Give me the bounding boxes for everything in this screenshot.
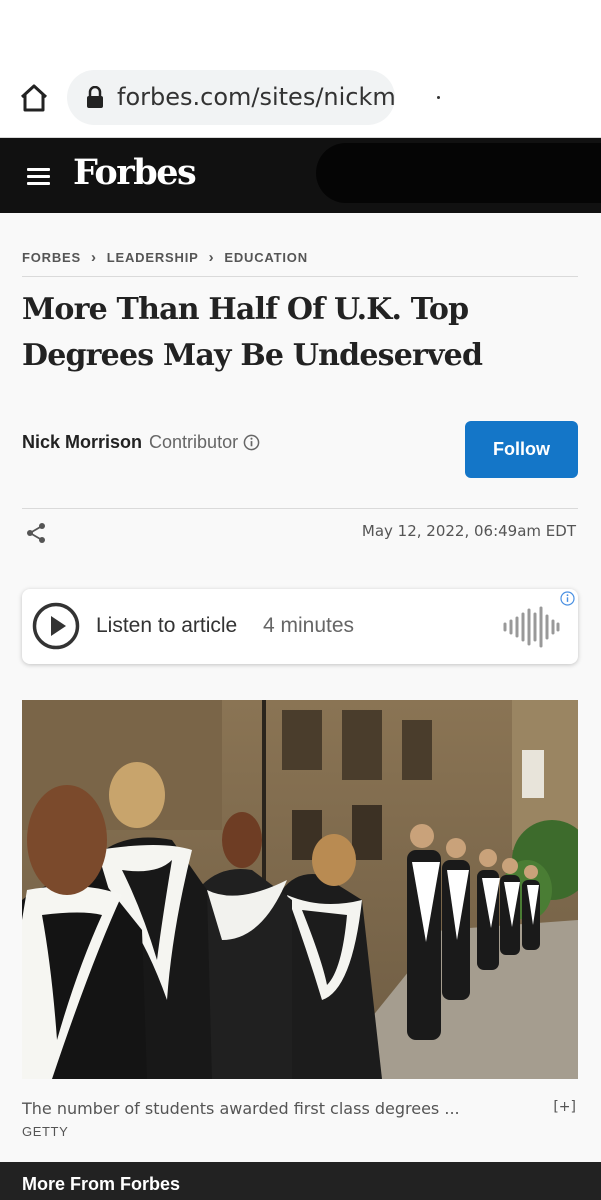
toolbar-dot — [437, 96, 440, 99]
audio-duration: 4 minutes — [263, 614, 355, 637]
home-icon[interactable] — [18, 82, 50, 114]
hero-image — [22, 700, 578, 1079]
forbes-logo[interactable]: Forbes — [73, 152, 197, 193]
chevron-right-icon: › — [208, 249, 215, 266]
publish-date: May 12, 2022, 06:49am EDT — [361, 522, 576, 540]
hamburger-menu-icon[interactable] — [27, 168, 50, 185]
article-headline: More Than Half Of U.K. Top Degrees May B… — [22, 292, 483, 373]
breadcrumb: FORBES › LEADERSHIP › EDUCATION — [22, 249, 308, 266]
author-role: Contributor — [149, 432, 239, 452]
audio-player[interactable]: Listen to article 4 minutes — [22, 589, 578, 664]
chevron-right-icon: › — [90, 249, 97, 266]
image-caption: The number of students awarded first cla… — [22, 1099, 578, 1118]
waveform-icon — [503, 606, 560, 648]
follow-button[interactable]: Follow — [465, 421, 578, 478]
info-icon[interactable] — [243, 434, 260, 451]
more-from-label: More From Forbes — [22, 1174, 181, 1194]
audio-label: Listen to article — [96, 614, 238, 637]
divider — [22, 276, 578, 277]
breadcrumb-item-education[interactable]: EDUCATION — [224, 250, 308, 265]
author-name[interactable]: Nick Morrison — [22, 432, 142, 453]
breadcrumb-item-forbes[interactable]: FORBES — [22, 250, 81, 265]
browser-toolbar: forbes.com/sites/nickm — [0, 0, 601, 138]
url-text: forbes.com/sites/nickm — [117, 83, 395, 111]
more-from-bar[interactable]: More From Forbes — [0, 1162, 601, 1200]
byline: Nick Morrison Contributor — [22, 432, 260, 453]
breadcrumb-item-leadership[interactable]: LEADERSHIP — [107, 250, 199, 265]
redacted-area — [316, 143, 601, 203]
share-icon[interactable] — [25, 522, 47, 544]
image-credit: GETTY — [22, 1124, 69, 1139]
caption-expand-button[interactable]: [+] — [553, 1099, 576, 1115]
divider — [22, 508, 578, 509]
caption-text: The number of students awarded first cla… — [22, 1099, 460, 1118]
article-content: FORBES › LEADERSHIP › EDUCATION More Tha… — [0, 213, 601, 1162]
address-bar[interactable]: forbes.com/sites/nickm — [67, 70, 395, 125]
lock-icon — [87, 86, 103, 108]
ad-info-icon[interactable] — [560, 591, 575, 606]
play-icon[interactable] — [32, 602, 80, 650]
